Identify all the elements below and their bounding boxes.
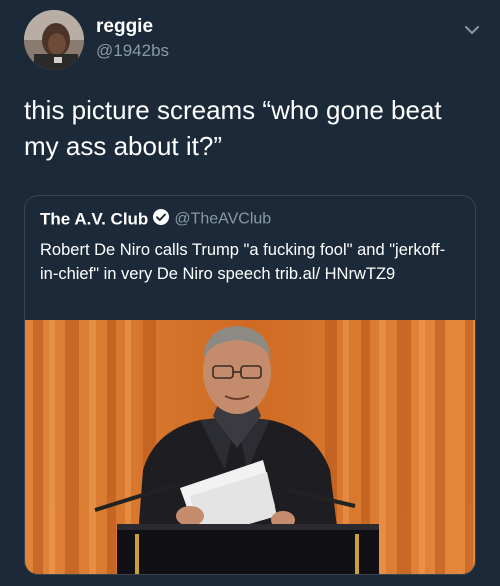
verified-badge-icon bbox=[152, 208, 170, 231]
quoted-tweet-header: The A.V. Club @TheAVClub bbox=[40, 208, 271, 232]
tweet-header: reggie @1942bs bbox=[24, 10, 484, 70]
chevron-down-icon[interactable] bbox=[460, 18, 484, 42]
tweet-text: this picture screams “who gone beat my a… bbox=[24, 95, 442, 161]
user-handle[interactable]: @1942bs bbox=[96, 41, 169, 61]
quoted-display-name[interactable]: The A.V. Club bbox=[40, 210, 148, 229]
avatar[interactable] bbox=[24, 10, 84, 70]
quoted-user-handle[interactable]: @TheAVClub bbox=[174, 211, 271, 228]
quoted-tweet-card[interactable]: The A.V. Club @TheAVClub Robert De Niro c… bbox=[24, 195, 476, 575]
quoted-tweet-text: Robert De Niro calls Trump "a fucking fo… bbox=[40, 241, 446, 283]
display-name[interactable]: reggie bbox=[96, 16, 153, 38]
quoted-tweet-photo[interactable] bbox=[25, 320, 475, 574]
